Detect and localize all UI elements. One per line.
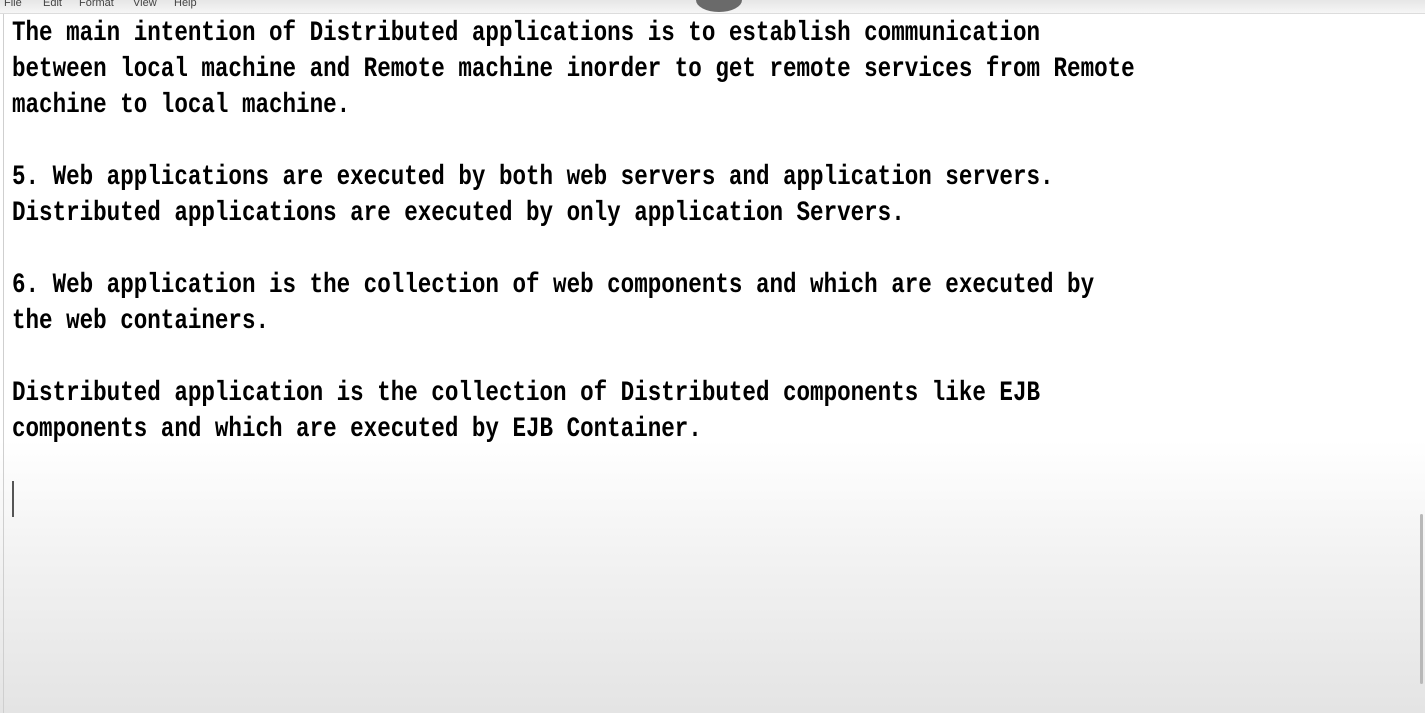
text-line: between local machine and Remote machine…	[12, 54, 1135, 85]
text-line: Distributed application is the collectio…	[12, 378, 1040, 409]
scrollbar-thumb[interactable]	[1420, 514, 1423, 684]
text-caret	[12, 481, 14, 517]
text-line: The main intention of Distributed applic…	[12, 18, 1040, 49]
text-line: Distributed applications are executed by…	[12, 198, 905, 229]
text-line: components and which are executed by EJB…	[12, 414, 702, 445]
text-line: 6. Web application is the collection of …	[12, 270, 1095, 301]
menu-help[interactable]: Help	[174, 0, 197, 9]
menu-view[interactable]: View	[133, 0, 157, 9]
text-line: the web containers.	[12, 306, 270, 337]
menu-file[interactable]: File	[4, 0, 22, 9]
text-line: machine to local machine.	[12, 90, 351, 121]
menu-edit[interactable]: Edit	[43, 0, 62, 9]
menu-format[interactable]: Format	[79, 0, 114, 9]
text-line: 5. Web applications are executed by both…	[12, 162, 1054, 193]
text-editor-area[interactable]: The main intention of Distributed applic…	[3, 14, 1414, 713]
notepad-window: File Edit Format View Help The main inte…	[0, 0, 1425, 713]
vertical-scrollbar[interactable]	[1413, 14, 1425, 713]
